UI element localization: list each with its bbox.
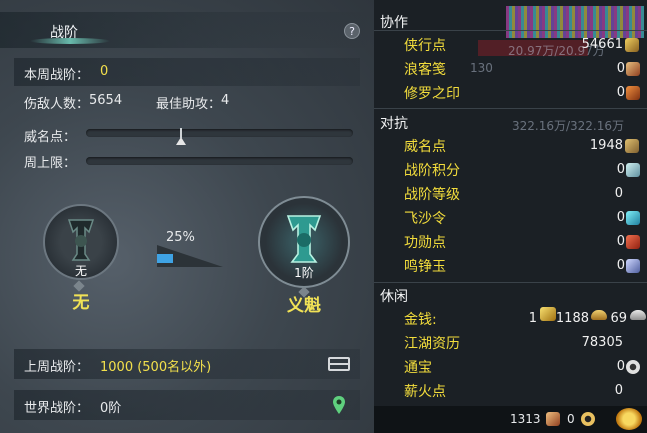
panel-header: 战阶 — [0, 12, 374, 48]
world-rank-row: 世界战阶： 0阶 — [14, 390, 360, 420]
item-label: 战阶积分 — [404, 163, 460, 179]
merit-icon — [626, 235, 640, 249]
location-pin-icon[interactable] — [332, 395, 346, 415]
item-label: 鸣铮玉 — [404, 259, 446, 275]
prestige-bar — [86, 129, 353, 137]
item-label: 浪客笺 — [404, 62, 446, 78]
money-gold: 1 — [528, 311, 537, 326]
sword-icon — [625, 38, 639, 52]
help-icon[interactable]: ? — [344, 23, 360, 39]
copper-ingot-icon — [630, 310, 646, 320]
item-label: 威名点 — [404, 139, 446, 155]
item-value: 0 — [616, 359, 625, 374]
crystal-icon — [626, 163, 640, 177]
coin-icon — [626, 360, 640, 374]
boot-icon — [546, 412, 560, 426]
item-value: 0 — [616, 234, 625, 249]
item-value: 0 — [616, 258, 625, 273]
silver-ingot-icon — [591, 310, 607, 320]
item-value: 1948 — [589, 138, 623, 153]
item-label: 江湖资历 — [404, 336, 460, 352]
item-label: 修罗之印 — [404, 86, 460, 102]
money-copper: 69 — [610, 311, 627, 326]
prestige-label: 威名点： — [24, 130, 77, 145]
progress-fill — [157, 254, 173, 263]
section-coop: 协作 — [380, 15, 408, 31]
section-versus: 对抗 — [380, 116, 408, 132]
kills-label: 伤敌人数： — [24, 97, 90, 112]
seal-icon — [626, 86, 640, 100]
world-rank-label: 世界战阶： — [24, 401, 90, 416]
item-value: 78305 — [581, 335, 623, 350]
prestige-icon — [625, 139, 639, 153]
next-rank-label: 1阶 — [294, 266, 314, 280]
bottom-value-1: 1313 — [510, 412, 541, 426]
item-value: 0 — [616, 85, 625, 100]
gold-ingot-icon — [540, 307, 556, 321]
mp-bg-text: 322.16万/322.16万 — [512, 119, 625, 133]
last-week-label: 上周战阶： — [24, 360, 90, 375]
item-value: 0 — [616, 61, 625, 76]
current-rank-label: 无 — [74, 264, 87, 278]
assist-label: 最佳助攻： — [156, 97, 222, 112]
jade-icon — [626, 259, 640, 273]
header-swoosh-decoration — [30, 38, 110, 44]
gold-pot-icon[interactable] — [616, 408, 642, 430]
chest-icon[interactable] — [328, 357, 350, 371]
weekly-cap-bar — [86, 157, 353, 165]
note-icon — [626, 62, 640, 76]
last-week-row: 上周战阶： 1000 (500名以外) — [14, 349, 360, 379]
progress-percent: 25% — [166, 230, 195, 245]
weekly-rank-label: 本周战阶： — [24, 68, 90, 83]
item-value: 0 — [616, 162, 625, 177]
current-rank-name: 无 — [72, 293, 90, 313]
bottom-bar: 1313 0 — [374, 406, 647, 433]
section-leisure: 休闲 — [380, 289, 408, 305]
world-rank-value: 0阶 — [100, 401, 122, 416]
item-label: 功勋点 — [404, 235, 446, 251]
item-label: 通宝 — [404, 360, 432, 376]
prestige-marker-line — [180, 128, 182, 138]
level-bg-text: 130 — [470, 61, 493, 75]
hud-bar-decoration — [506, 6, 644, 38]
currency-panel: 20.97万/20.97万 130 322.16万/322.16万 协作 侠行点… — [374, 0, 647, 433]
sand-token-icon — [626, 211, 640, 225]
item-value: 0 — [614, 186, 623, 201]
money-silver: 1188 — [555, 311, 589, 326]
item-label: 战阶等级 — [404, 187, 460, 203]
last-week-value: 1000 (500名以外) — [100, 360, 212, 375]
item-label: 飞沙令 — [404, 211, 446, 227]
item-label: 侠行点 — [404, 38, 446, 54]
weekly-cap-label: 周上限： — [24, 156, 77, 171]
weekly-rank-value: 0 — [100, 64, 109, 79]
weekly-rank-row: 本周战阶： 0 — [14, 58, 360, 86]
kills-value: 5654 — [89, 93, 123, 108]
next-rank-name: 义魁 — [287, 296, 321, 316]
bottom-value-2: 0 — [567, 412, 575, 426]
assist-value: 4 — [221, 93, 230, 108]
prestige-marker-icon — [176, 137, 186, 145]
item-label: 薪火点 — [404, 384, 446, 400]
money-label: 金钱: — [404, 312, 437, 328]
item-value: 54661 — [581, 37, 623, 52]
coin-icon-2 — [581, 412, 595, 426]
item-value: 0 — [614, 383, 623, 398]
item-value: 0 — [616, 210, 625, 225]
rank-panel: 战阶 ? 本周战阶： 0 伤敌人数： 5654 最佳助攻： 4 威名点： 周上限… — [0, 0, 374, 433]
